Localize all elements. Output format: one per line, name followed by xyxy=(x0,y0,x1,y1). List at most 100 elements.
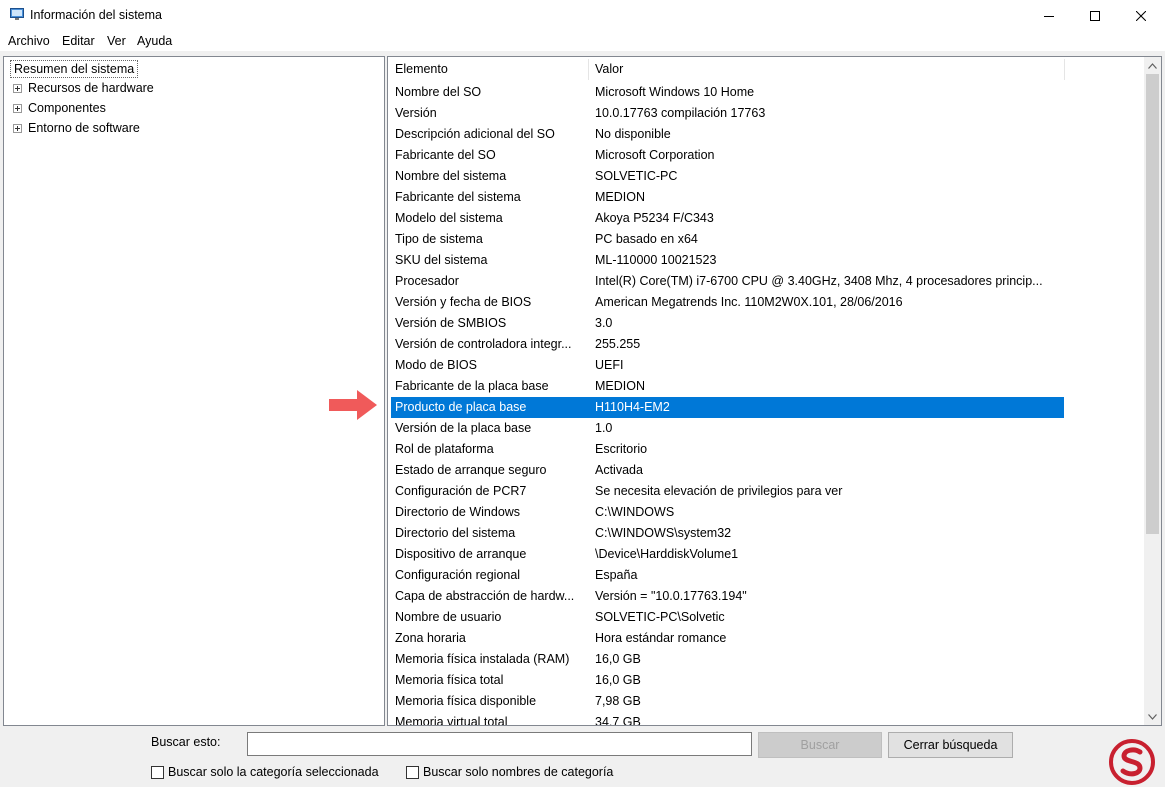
cell-valor: Hora estándar romance xyxy=(595,631,727,645)
table-row[interactable]: Memoria virtual total 34,7 GB xyxy=(388,712,1144,726)
cell-elemento: Versión y fecha de BIOS xyxy=(395,295,532,309)
system-info-app-icon xyxy=(10,8,24,20)
column-header-valor[interactable]: Valor xyxy=(588,57,1064,82)
table-row[interactable]: Capa de abstracción de hardw... Versión =… xyxy=(388,586,1144,607)
cell-elemento: Fabricante del sistema xyxy=(395,190,521,204)
search-input[interactable] xyxy=(247,732,752,756)
cell-elemento: Memoria virtual total xyxy=(395,715,508,726)
table-row[interactable]: Directorio del sistema C:\WINDOWS\system3… xyxy=(388,523,1144,544)
menu-bar: Archivo Editar Ver Ayuda xyxy=(0,31,1165,51)
scroll-thumb[interactable] xyxy=(1146,74,1159,534)
cell-valor: 34,7 GB xyxy=(595,715,641,726)
cell-elemento: Nombre del sistema xyxy=(395,169,507,183)
table-row[interactable]: Memoria física total 16,0 GB xyxy=(388,670,1144,691)
table-row[interactable]: Nombre de usuario SOLVETIC-PC\Solvetic xyxy=(388,607,1144,628)
table-row[interactable]: Modelo del sistema Akoya P5234 F/C343 xyxy=(388,208,1144,229)
table-row[interactable]: Fabricante de la placa base MEDION xyxy=(388,376,1144,397)
table-row[interactable]: Memoria física instalada (RAM) 16,0 GB xyxy=(388,649,1144,670)
menu-ver[interactable]: Ver xyxy=(107,34,126,48)
table-row[interactable]: Zona horaria Hora estándar romance xyxy=(388,628,1144,649)
cell-elemento: Versión de SMBIOS xyxy=(395,316,507,330)
cell-elemento: Nombre de usuario xyxy=(395,610,502,624)
table-row[interactable]: Versión de SMBIOS 3.0 xyxy=(388,313,1144,334)
table-row[interactable]: Versión y fecha de BIOS American Megatren… xyxy=(388,292,1144,313)
close-icon xyxy=(1136,10,1146,21)
table-row[interactable]: Versión de controladora integr... 255.255 xyxy=(388,334,1144,355)
tree-item-entorno-software[interactable]: Entorno de software xyxy=(13,121,140,135)
table-row[interactable]: Descripción adicional del SO No disponibl… xyxy=(388,124,1144,145)
table-row[interactable]: Modo de BIOS UEFI xyxy=(388,355,1144,376)
cell-valor: UEFI xyxy=(595,358,624,372)
cell-elemento: Modelo del sistema xyxy=(395,211,503,225)
menu-archivo[interactable]: Archivo xyxy=(8,34,50,48)
checkbox-box[interactable] xyxy=(151,765,164,779)
menu-editar[interactable]: Editar xyxy=(62,34,95,48)
details-list: Elemento Valor Nombre del SO Microsoft Wi… xyxy=(387,56,1162,726)
table-row[interactable]: Nombre del sistema SOLVETIC-PC xyxy=(388,166,1144,187)
table-row[interactable]: Estado de arranque seguro Activada xyxy=(388,460,1144,481)
cell-elemento: Tipo de sistema xyxy=(395,232,483,246)
column-header-elemento[interactable]: Elemento xyxy=(388,57,588,82)
table-row[interactable]: Memoria física disponible 7,98 GB xyxy=(388,691,1144,712)
cell-elemento: Memoria física instalada (RAM) xyxy=(395,652,570,666)
find-button[interactable]: Buscar xyxy=(758,732,882,758)
cell-valor: C:\WINDOWS\system32 xyxy=(595,526,732,540)
table-row[interactable]: Configuración regional España xyxy=(388,565,1144,586)
table-row[interactable]: SKU del sistema ML-110000 10021523 xyxy=(388,250,1144,271)
cell-valor: 10.0.17763 compilación 17763 xyxy=(595,106,766,120)
expand-icon[interactable] xyxy=(13,103,22,113)
cell-elemento: Procesador xyxy=(395,274,459,288)
cell-valor: Versión = "10.0.17763.194" xyxy=(595,589,747,603)
menu-ayuda[interactable]: Ayuda xyxy=(137,34,172,48)
cell-valor: Se necesita elevación de privilegios par… xyxy=(595,484,843,498)
table-row[interactable]: Fabricante del SO Microsoft Corporation xyxy=(388,145,1144,166)
selected-category-checkbox[interactable]: Buscar solo la categoría seleccionada xyxy=(151,765,379,779)
minimize-button[interactable] xyxy=(1026,0,1072,31)
cell-valor: PC basado en x64 xyxy=(595,232,698,246)
category-tree: Resumen del sistema Recursos de hardware… xyxy=(3,56,385,726)
table-row[interactable]: Tipo de sistema PC basado en x64 xyxy=(388,229,1144,250)
cell-valor: 16,0 GB xyxy=(595,673,641,687)
cell-elemento: Modo de BIOS xyxy=(395,358,477,372)
cell-valor: ML-110000 10021523 xyxy=(595,253,717,267)
cell-elemento: Dispositivo de arranque xyxy=(395,547,527,561)
vertical-scrollbar[interactable] xyxy=(1144,57,1161,725)
scroll-down-button[interactable] xyxy=(1144,708,1161,725)
table-row[interactable]: Fabricante del sistema MEDION xyxy=(388,187,1144,208)
cell-valor: MEDION xyxy=(595,190,645,204)
cell-elemento: Producto de placa base xyxy=(395,400,527,414)
scroll-up-button[interactable] xyxy=(1144,57,1161,74)
cell-valor: No disponible xyxy=(595,127,671,141)
cell-valor: C:\WINDOWS xyxy=(595,505,675,519)
table-row[interactable]: Dispositivo de arranque \Device\HarddiskV… xyxy=(388,544,1144,565)
cell-elemento: SKU del sistema xyxy=(395,253,488,267)
window-title: Información del sistema xyxy=(30,8,163,22)
cell-valor: SOLVETIC-PC xyxy=(595,169,678,183)
table-row[interactable]: Versión de la placa base 1.0 xyxy=(388,418,1144,439)
table-row[interactable]: Versión 10.0.17763 compilación 17763 xyxy=(388,103,1144,124)
cell-valor: 16,0 GB xyxy=(595,652,641,666)
category-names-checkbox[interactable]: Buscar solo nombres de categoría xyxy=(406,765,613,779)
expand-icon[interactable] xyxy=(13,123,22,133)
maximize-button[interactable] xyxy=(1072,0,1118,31)
column-divider[interactable] xyxy=(1064,59,1065,80)
cell-elemento: Versión de la placa base xyxy=(395,421,532,435)
tree-item-recursos-hardware[interactable]: Recursos de hardware xyxy=(13,81,154,95)
chevron-up-icon xyxy=(1148,62,1157,69)
tree-item-label: Componentes xyxy=(28,101,106,115)
table-row[interactable]: Nombre del SO Microsoft Windows 10 Home xyxy=(388,82,1144,103)
table-row[interactable]: Producto de placa base H110H4-EM2 xyxy=(388,397,1144,418)
tree-item-resumen[interactable]: Resumen del sistema xyxy=(10,60,139,78)
checkbox-box[interactable] xyxy=(406,765,419,779)
table-row[interactable]: Procesador Intel(R) Core(TM) i7-6700 CPU … xyxy=(388,271,1144,292)
table-row[interactable]: Configuración de PCR7 Se necesita elevaci… xyxy=(388,481,1144,502)
close-search-button[interactable]: Cerrar búsqueda xyxy=(888,732,1013,758)
table-row[interactable]: Rol de plataforma Escritorio xyxy=(388,439,1144,460)
cell-elemento: Directorio de Windows xyxy=(395,505,521,519)
close-button[interactable] xyxy=(1118,0,1164,31)
cell-elemento: Fabricante de la placa base xyxy=(395,379,549,393)
table-row[interactable]: Directorio de Windows C:\WINDOWS xyxy=(388,502,1144,523)
tree-item-componentes[interactable]: Componentes xyxy=(13,101,106,115)
expand-icon[interactable] xyxy=(13,83,22,93)
cell-elemento: Versión de controladora integr... xyxy=(395,337,572,351)
